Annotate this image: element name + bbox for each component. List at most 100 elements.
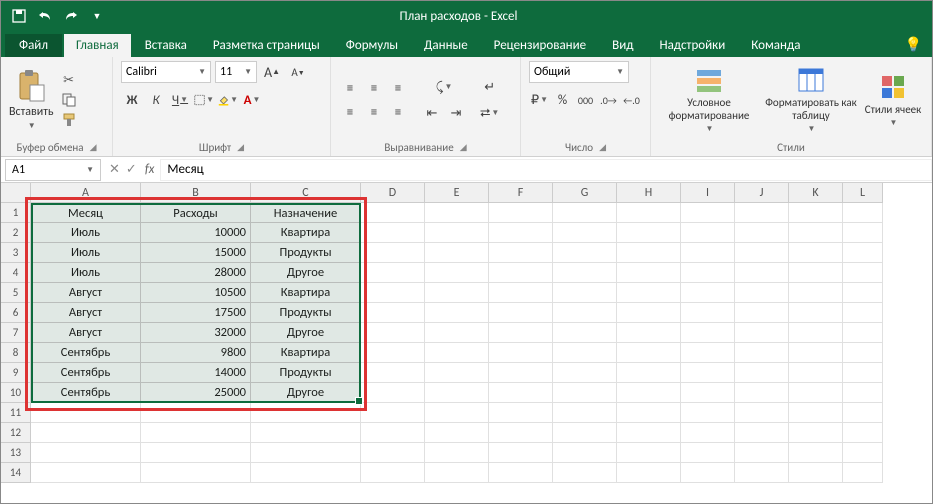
cell[interactable] — [489, 463, 553, 483]
cell[interactable] — [489, 203, 553, 223]
cell[interactable] — [425, 403, 489, 423]
col-header[interactable]: K — [789, 183, 843, 203]
cell[interactable]: Июль — [31, 263, 141, 283]
cell[interactable] — [425, 223, 489, 243]
cell[interactable]: Продукты — [251, 243, 361, 263]
cell[interactable] — [789, 403, 843, 423]
decrease-indent-icon[interactable]: ⇤ — [421, 102, 443, 124]
cell[interactable] — [789, 323, 843, 343]
cell[interactable]: 15000 — [141, 243, 251, 263]
col-header[interactable]: D — [361, 183, 425, 203]
cell[interactable] — [843, 423, 883, 443]
row-header[interactable]: 5 — [1, 283, 31, 303]
fx-icon[interactable]: fx — [145, 162, 155, 177]
currency-icon[interactable]: ₽▼ — [529, 89, 550, 111]
tab-formulas[interactable]: Формулы — [334, 34, 410, 57]
cell[interactable]: 10000 — [141, 223, 251, 243]
cell[interactable] — [843, 463, 883, 483]
orientation-icon[interactable]: ⤹▼ — [421, 76, 467, 98]
font-dialog-launcher[interactable]: ◢ — [237, 142, 244, 153]
cell[interactable] — [489, 403, 553, 423]
tab-home[interactable]: Главная — [64, 34, 131, 57]
conditional-formatting-button[interactable]: Условное форматирование▼ — [659, 66, 759, 134]
cell[interactable] — [553, 463, 617, 483]
cell[interactable]: 28000 — [141, 263, 251, 283]
cell[interactable] — [789, 283, 843, 303]
cell[interactable] — [843, 243, 883, 263]
cell[interactable] — [361, 383, 425, 403]
cell[interactable] — [251, 423, 361, 443]
cell[interactable] — [553, 363, 617, 383]
align-center-icon[interactable]: ≡ — [363, 101, 385, 123]
formula-input[interactable]: Месяц — [160, 159, 932, 181]
cell[interactable] — [735, 463, 789, 483]
col-header[interactable]: E — [425, 183, 489, 203]
align-bottom-icon[interactable]: ≡ — [387, 77, 409, 99]
cell[interactable] — [553, 243, 617, 263]
decrease-font-icon[interactable]: A▼ — [287, 61, 309, 83]
cell[interactable] — [789, 363, 843, 383]
cell[interactable] — [361, 303, 425, 323]
cell[interactable] — [735, 223, 789, 243]
row-header[interactable]: 4 — [1, 263, 31, 283]
alignment-dialog-launcher[interactable]: ◢ — [460, 142, 467, 153]
comma-icon[interactable]: 000 — [575, 89, 596, 111]
cell[interactable]: Август — [31, 283, 141, 303]
cell[interactable] — [843, 383, 883, 403]
cell[interactable] — [361, 243, 425, 263]
cell[interactable] — [553, 443, 617, 463]
cell[interactable] — [361, 223, 425, 243]
cell[interactable] — [361, 343, 425, 363]
cell[interactable] — [735, 283, 789, 303]
cell[interactable] — [141, 403, 251, 423]
cell[interactable] — [735, 363, 789, 383]
cell[interactable]: Август — [31, 323, 141, 343]
cell[interactable] — [425, 303, 489, 323]
cell[interactable]: Сентябрь — [31, 343, 141, 363]
enter-formula-icon[interactable]: ✓ — [126, 162, 137, 177]
cell[interactable] — [735, 243, 789, 263]
cell[interactable] — [617, 363, 681, 383]
cell[interactable] — [489, 323, 553, 343]
cell[interactable] — [843, 303, 883, 323]
cell[interactable] — [617, 383, 681, 403]
cell[interactable] — [489, 283, 553, 303]
cell[interactable] — [489, 263, 553, 283]
cell[interactable] — [553, 323, 617, 343]
cell[interactable] — [553, 343, 617, 363]
cell[interactable] — [425, 203, 489, 223]
cell[interactable] — [735, 423, 789, 443]
cell[interactable]: Июль — [31, 243, 141, 263]
cell[interactable] — [735, 263, 789, 283]
tab-view[interactable]: Вид — [600, 34, 645, 57]
cell[interactable] — [681, 463, 735, 483]
qat-dropdown-icon[interactable]: ▼ — [89, 8, 105, 24]
decrease-decimal-icon[interactable]: ←.0 — [621, 89, 642, 111]
cell[interactable] — [361, 263, 425, 283]
tab-addins[interactable]: Надстройки — [647, 34, 737, 57]
select-all-corner[interactable] — [1, 183, 31, 203]
col-header[interactable]: J — [735, 183, 789, 203]
merge-icon[interactable]: ⮂▼ — [479, 102, 500, 124]
cell[interactable]: 32000 — [141, 323, 251, 343]
cell[interactable] — [681, 343, 735, 363]
cell[interactable] — [843, 343, 883, 363]
row-header[interactable]: 9 — [1, 363, 31, 383]
cell[interactable] — [553, 203, 617, 223]
cell[interactable] — [141, 443, 251, 463]
cell[interactable] — [789, 343, 843, 363]
cell[interactable] — [681, 363, 735, 383]
cell[interactable] — [553, 383, 617, 403]
cell[interactable]: Сентябрь — [31, 363, 141, 383]
cell[interactable]: Квартира — [251, 343, 361, 363]
tell-me-icon[interactable]: 💡 — [905, 36, 922, 57]
align-top-icon[interactable]: ≡ — [339, 77, 361, 99]
wrap-text-icon[interactable]: ↵ — [479, 76, 500, 98]
bold-button[interactable]: Ж — [121, 89, 143, 111]
cell[interactable] — [735, 383, 789, 403]
cell[interactable] — [425, 443, 489, 463]
row-header[interactable]: 3 — [1, 243, 31, 263]
cell[interactable] — [553, 423, 617, 443]
cell[interactable]: Сентябрь — [31, 383, 141, 403]
cell[interactable] — [361, 423, 425, 443]
